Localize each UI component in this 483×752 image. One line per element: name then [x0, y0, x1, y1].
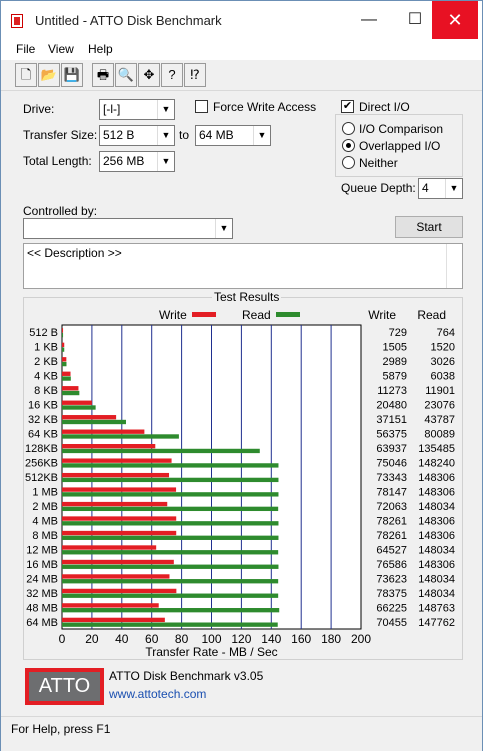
queue-depth-label: Queue Depth: — [341, 181, 416, 195]
website-link[interactable]: www.attotech.com — [109, 687, 206, 701]
minimize-button[interactable]: — — [346, 1, 392, 39]
app-icon — [11, 14, 23, 28]
transfer-to-select[interactable]: 64 MB ▼ — [195, 125, 271, 146]
direct-io-checkbox[interactable]: ✔ — [341, 100, 354, 113]
drive-label: Drive: — [23, 102, 55, 116]
description-scrollbar[interactable] — [446, 244, 462, 288]
description-text: << Description >> — [27, 246, 122, 260]
menu-view[interactable]: View — [48, 42, 74, 56]
menu-bar: File View Help — [1, 39, 482, 60]
controlled-by-select[interactable]: ▼ — [23, 218, 233, 239]
drive-value: [-l-] — [103, 102, 121, 116]
transfer-size-label: Transfer Size: — [23, 128, 98, 142]
transfer-from-select[interactable]: 512 B ▼ — [99, 125, 175, 146]
transfer-to-value: 64 MB — [199, 128, 234, 142]
direct-io-label: Direct I/O — [359, 100, 410, 114]
drive-select[interactable]: [-l-] ▼ — [99, 99, 175, 120]
overlapped-io-label: Overlapped I/O — [359, 139, 441, 153]
chevron-down-icon: ▼ — [215, 219, 232, 238]
total-length-select[interactable]: 256 MB ▼ — [99, 151, 175, 172]
test-results-group — [23, 297, 463, 660]
app-window: Untitled - ATTO Disk Benchmark — ☐ ✕ Fil… — [0, 0, 483, 751]
chevron-down-icon: ▼ — [445, 179, 462, 198]
controlled-by-label: Controlled by: — [23, 204, 98, 218]
print-icon[interactable]: 🖶 — [92, 63, 114, 87]
chevron-down-icon: ▼ — [157, 126, 174, 145]
test-results-title: Test Results — [212, 290, 282, 304]
transfer-from-value: 512 B — [103, 128, 135, 142]
to-label: to — [179, 128, 190, 142]
menu-file[interactable]: File — [16, 42, 35, 56]
force-write-label: Force Write Access — [213, 100, 317, 114]
toolbar-separator — [1, 90, 482, 91]
status-bar: For Help, press F1 — [1, 716, 482, 751]
move-icon[interactable]: ✥ — [138, 63, 160, 87]
new-icon[interactable]: 🗋 — [15, 63, 37, 87]
save-icon[interactable]: 💾 — [61, 63, 83, 87]
window-title: Untitled - ATTO Disk Benchmark — [35, 13, 222, 28]
context-help-icon[interactable]: ⁉ — [184, 63, 206, 87]
io-comparison-label: I/O Comparison — [359, 122, 444, 136]
description-box[interactable]: << Description >> — [23, 243, 463, 289]
io-comparison-radio[interactable] — [342, 122, 355, 135]
atto-logo: ATTO — [25, 668, 104, 705]
start-button[interactable]: Start — [395, 216, 463, 238]
neither-label: Neither — [359, 156, 398, 170]
chevron-down-icon: ▼ — [157, 152, 174, 171]
toolbar: 🗋 📂 💾 🖶 🔍 ✥ ? ⁉ — [11, 63, 211, 89]
overlapped-io-radio[interactable] — [342, 139, 355, 152]
atto-logo-text: ATTO — [29, 672, 100, 701]
total-length-label: Total Length: — [23, 154, 92, 168]
total-length-value: 256 MB — [103, 154, 145, 168]
chevron-down-icon: ▼ — [157, 100, 174, 119]
chevron-down-icon: ▼ — [253, 126, 270, 145]
queue-depth-value: 4 — [422, 181, 429, 195]
queue-depth-select[interactable]: 4 ▼ — [418, 178, 463, 199]
status-text: For Help, press F1 — [11, 722, 111, 736]
print-preview-icon[interactable]: 🔍 — [115, 63, 137, 87]
force-write-checkbox[interactable] — [195, 100, 208, 113]
product-name: ATTO Disk Benchmark v3.05 — [109, 669, 264, 683]
help-icon[interactable]: ? — [161, 63, 183, 87]
neither-radio[interactable] — [342, 156, 355, 169]
close-button[interactable]: ✕ — [432, 1, 478, 39]
menu-help[interactable]: Help — [88, 42, 113, 56]
title-bar: Untitled - ATTO Disk Benchmark — ☐ ✕ — [1, 1, 482, 39]
open-icon[interactable]: 📂 — [38, 63, 60, 87]
